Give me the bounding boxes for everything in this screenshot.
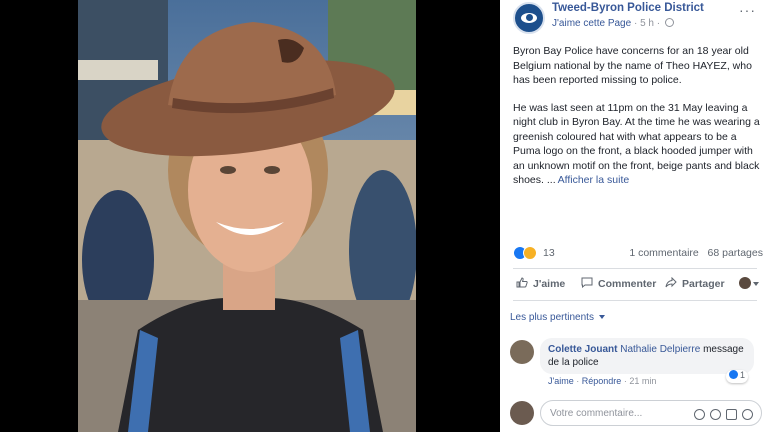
post-paragraph-2-text: He was last seen at 11pm on the 31 May l… [513, 101, 760, 187]
camera-icon[interactable] [710, 409, 721, 420]
chevron-down-icon [753, 282, 759, 286]
emoji-icon[interactable] [694, 409, 705, 420]
meta-separator: · [633, 18, 638, 29]
like-page-link[interactable]: J'aime cette Page [552, 18, 631, 29]
like-icon [729, 370, 738, 379]
comment-mention[interactable]: Nathalie Delpierre [620, 344, 700, 355]
sad-reaction-icon[interactable] [523, 246, 537, 260]
comment-count[interactable]: 1 commentaire [629, 247, 698, 259]
divider [513, 268, 757, 269]
comment-like-link[interactable]: J'aime [548, 376, 574, 386]
photo-viewer: Tweed-Byron Police District J'aime cette… [0, 0, 770, 432]
comment-sort-label: Les plus pertinents [510, 312, 594, 323]
comment-sort-dropdown[interactable]: Les plus pertinents [510, 312, 605, 323]
share-icon [665, 277, 677, 288]
comment-avatar[interactable] [510, 340, 534, 364]
reactions-bar: 13 1 commentaire 68 partages [513, 246, 763, 262]
user-avatar [510, 401, 534, 425]
page-avatar[interactable] [513, 2, 545, 34]
comment-actions: J'aime · Répondre · 21 min [548, 376, 656, 386]
post-paragraph-1: Byron Bay Police have concerns for an 18… [513, 45, 752, 86]
photo-illustration [78, 0, 416, 432]
more-options-icon[interactable]: ··· [739, 2, 756, 18]
comment-time[interactable]: 21 min [629, 376, 656, 386]
viewer-selector[interactable] [739, 277, 759, 290]
meta-separator-2: · [656, 18, 661, 29]
chevron-down-icon [598, 315, 605, 319]
pupil-icon [526, 14, 533, 21]
post-actions: J'aime Commenter Partager [513, 275, 763, 295]
comment-input[interactable]: Votre commentaire... [540, 400, 762, 426]
comment-input-placeholder: Votre commentaire... [550, 408, 643, 419]
comment-button[interactable]: Commenter [581, 277, 656, 290]
share-count[interactable]: 68 partages [708, 247, 763, 259]
post-meta: J'aime cette Page · 5 h · [552, 18, 674, 29]
share-button-label: Partager [682, 278, 725, 290]
like-button-label: J'aime [533, 278, 566, 290]
viewer-avatar [739, 277, 751, 289]
post-side-panel: Tweed-Byron Police District J'aime cette… [500, 0, 770, 432]
comment-reply-link[interactable]: Répondre [582, 376, 622, 386]
comment-reaction-badge[interactable]: 1 [726, 370, 749, 383]
like-button[interactable]: J'aime [516, 277, 565, 290]
comment-bubble: Colette Jouant Nathalie Delpierre messag… [540, 338, 754, 374]
post-body: Byron Bay Police have concerns for an 18… [513, 44, 763, 201]
comment-icon [581, 277, 593, 288]
globe-icon [664, 18, 674, 27]
engagement-counts: 1 commentaire 68 partages [629, 247, 763, 259]
post-header: Tweed-Byron Police District J'aime cette… [500, 0, 770, 36]
comment-author[interactable]: Colette Jouant [548, 344, 617, 355]
comment-reaction-count: 1 [740, 370, 746, 380]
page-name-link[interactable]: Tweed-Byron Police District [552, 2, 704, 14]
comment-separator-2: · [623, 376, 627, 386]
comment-button-label: Commenter [598, 278, 657, 290]
thumbs-up-icon [516, 277, 528, 288]
reaction-count[interactable]: 13 [543, 247, 555, 259]
post-paragraph-2: He was last seen at 11pm on the 31 May l… [513, 101, 763, 188]
comment-separator: · [576, 376, 580, 386]
composer-icons [689, 409, 753, 423]
sticker-icon[interactable] [742, 409, 753, 420]
gif-icon[interactable] [726, 409, 737, 420]
post-photo[interactable] [78, 0, 416, 432]
reply-composer: Votre commentaire... [510, 398, 766, 428]
see-more-link[interactable]: Afficher la suite [558, 174, 630, 186]
post-time[interactable]: 5 h [640, 18, 654, 29]
divider-2 [513, 300, 757, 301]
comment-item: Colette Jouant Nathalie Delpierre messag… [510, 338, 766, 388]
photo-pane [0, 0, 500, 432]
share-button[interactable]: Partager [665, 277, 725, 290]
